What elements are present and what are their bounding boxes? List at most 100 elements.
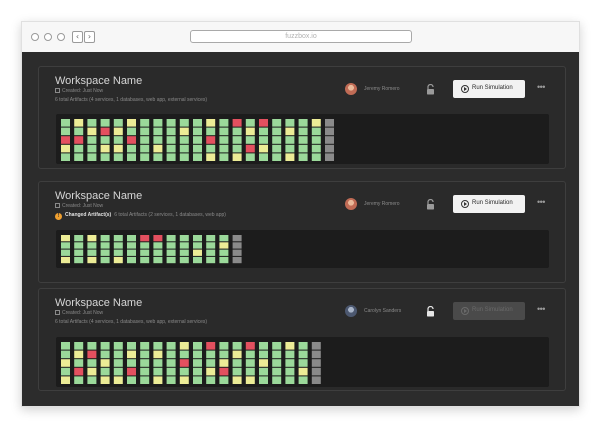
artifact-cell-ok[interactable] (127, 153, 136, 161)
artifact-cell-ok[interactable] (219, 342, 229, 350)
artifact-cell-ok[interactable] (245, 119, 255, 127)
artifact-cell-ok[interactable] (127, 376, 136, 384)
artifact-cell-ok[interactable] (127, 256, 136, 264)
artifact-cell-ok[interactable] (61, 242, 70, 249)
artifact-cell-ok[interactable] (179, 153, 189, 161)
artifact-cell-ok[interactable] (206, 376, 216, 384)
back-button[interactable]: ‹ (72, 31, 83, 43)
artifact-cell-ok[interactable] (193, 376, 202, 384)
artifact-cell-ok[interactable] (153, 136, 163, 144)
artifact-cell-warning[interactable] (87, 367, 97, 376)
artifact-cell-ok[interactable] (87, 249, 97, 256)
artifact-cell-ok[interactable] (140, 350, 150, 359)
artifact-cell-ok[interactable] (74, 249, 84, 256)
artifact-cell-warning[interactable] (219, 242, 229, 249)
artifact-cell-ok[interactable] (206, 350, 216, 359)
artifact-cell-ok[interactable] (153, 342, 163, 350)
artifact-cell-ok[interactable] (61, 249, 70, 256)
artifact-cell-warning[interactable] (153, 144, 163, 153)
artifact-cell-ok[interactable] (232, 144, 242, 153)
artifact-cell-pending[interactable] (311, 376, 321, 384)
artifact-cell-ok[interactable] (140, 249, 150, 256)
artifact-cell-ok[interactable] (113, 136, 123, 144)
more-icon[interactable]: ••• (537, 82, 545, 92)
artifact-cell-pending[interactable] (325, 136, 334, 144)
artifact-cell-warning[interactable] (61, 144, 70, 153)
forward-button[interactable]: › (84, 31, 95, 43)
artifact-cell-pending[interactable] (325, 127, 334, 136)
artifact-cell-ok[interactable] (193, 256, 202, 264)
artifact-cell-warning[interactable] (100, 144, 110, 153)
artifact-cell-ok[interactable] (285, 119, 295, 127)
artifact-cell-ok[interactable] (140, 144, 150, 153)
artifact-cell-ok[interactable] (206, 249, 216, 256)
artifact-cell-ok[interactable] (206, 256, 216, 264)
artifact-cell-warning[interactable] (179, 376, 189, 384)
artifact-cell-ok[interactable] (272, 127, 282, 136)
artifact-cell-ok[interactable] (127, 342, 136, 350)
artifact-cell-error[interactable] (245, 144, 255, 153)
artifact-cell-ok[interactable] (127, 249, 136, 256)
artifact-cell-error[interactable] (153, 235, 163, 242)
artifact-cell-pending[interactable] (311, 367, 321, 376)
artifact-cell-ok[interactable] (298, 144, 308, 153)
artifact-cell-ok[interactable] (272, 342, 282, 350)
artifact-cell-ok[interactable] (259, 350, 268, 359)
artifact-cell-ok[interactable] (113, 249, 123, 256)
artifact-cell-ok[interactable] (298, 136, 308, 144)
artifact-cell-ok[interactable] (87, 342, 97, 350)
artifact-cell-warning[interactable] (219, 359, 229, 367)
artifact-cell-ok[interactable] (259, 136, 268, 144)
artifact-cell-ok[interactable] (219, 127, 229, 136)
artifact-cell-ok[interactable] (193, 235, 202, 242)
artifact-cell-ok[interactable] (153, 119, 163, 127)
artifact-cell-ok[interactable] (140, 256, 150, 264)
artifact-cell-pending[interactable] (311, 359, 321, 367)
artifact-cell-ok[interactable] (179, 367, 189, 376)
artifact-cell-warning[interactable] (259, 144, 268, 153)
artifact-cell-ok[interactable] (259, 376, 268, 384)
artifact-cell-ok[interactable] (298, 376, 308, 384)
artifact-cell-ok[interactable] (259, 367, 268, 376)
artifact-cell-error[interactable] (219, 367, 229, 376)
artifact-cell-ok[interactable] (193, 342, 202, 350)
artifact-cell-warning[interactable] (179, 127, 189, 136)
artifact-cell-error[interactable] (259, 119, 268, 127)
artifact-cell-ok[interactable] (179, 249, 189, 256)
artifact-cell-ok[interactable] (61, 153, 70, 161)
artifact-cell-pending[interactable] (232, 249, 242, 256)
artifact-cell-ok[interactable] (298, 119, 308, 127)
artifact-cell-ok[interactable] (219, 376, 229, 384)
artifact-cell-ok[interactable] (298, 359, 308, 367)
artifact-cell-warning[interactable] (285, 127, 295, 136)
artifact-cell-ok[interactable] (87, 376, 97, 384)
artifact-cell-ok[interactable] (140, 119, 150, 127)
artifact-cell-ok[interactable] (127, 359, 136, 367)
artifact-cell-warning[interactable] (87, 235, 97, 242)
artifact-cell-ok[interactable] (193, 367, 202, 376)
artifact-cell-warning[interactable] (232, 376, 242, 384)
artifact-cell-ok[interactable] (100, 256, 110, 264)
artifact-cell-ok[interactable] (179, 235, 189, 242)
artifact-cell-error[interactable] (179, 359, 189, 367)
artifact-cell-ok[interactable] (140, 359, 150, 367)
artifact-cell-ok[interactable] (100, 367, 110, 376)
artifact-cell-warning[interactable] (245, 127, 255, 136)
artifact-cell-ok[interactable] (166, 235, 176, 242)
artifact-cell-ok[interactable] (166, 136, 176, 144)
artifact-cell-ok[interactable] (74, 242, 84, 249)
artifact-cell-ok[interactable] (219, 136, 229, 144)
artifact-cell-ok[interactable] (166, 350, 176, 359)
artifact-cell-ok[interactable] (100, 136, 110, 144)
artifact-cell-warning[interactable] (311, 119, 321, 127)
artifact-cell-warning[interactable] (100, 376, 110, 384)
artifact-cell-ok[interactable] (179, 256, 189, 264)
run-simulation-button[interactable]: Run Simulation (453, 80, 525, 98)
artifact-cell-warning[interactable] (61, 256, 70, 264)
artifact-cell-ok[interactable] (206, 127, 216, 136)
artifact-cell-ok[interactable] (127, 235, 136, 242)
artifact-cell-warning[interactable] (153, 350, 163, 359)
artifact-cell-warning[interactable] (87, 256, 97, 264)
artifact-cell-ok[interactable] (193, 119, 202, 127)
artifact-cell-warning[interactable] (127, 350, 136, 359)
